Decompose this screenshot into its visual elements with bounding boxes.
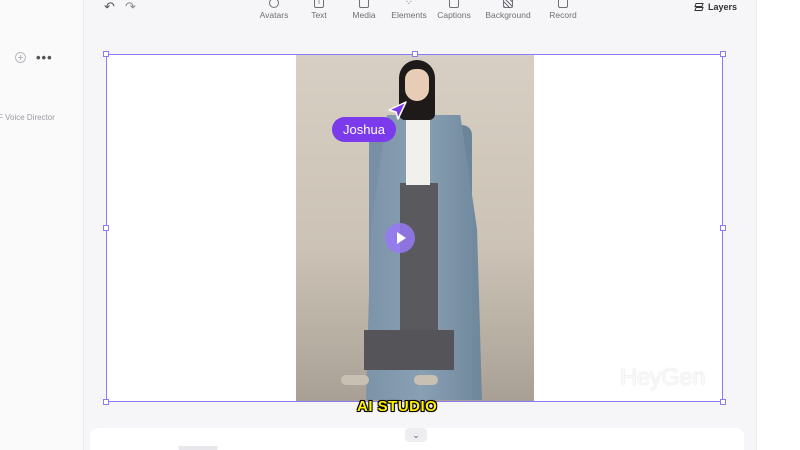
- shoe: [414, 375, 438, 385]
- face: [405, 69, 429, 101]
- tool-captions[interactable]: Captions: [424, 0, 484, 20]
- layers-label: Layers: [708, 2, 738, 12]
- captions-icon: [449, 0, 459, 8]
- left-panel: ••• F Voice Director: [0, 0, 84, 450]
- record-icon: [558, 0, 568, 8]
- caption-text: AI STUDIO: [357, 398, 438, 415]
- elements-icon: ⁘: [404, 0, 414, 8]
- add-icon[interactable]: [15, 52, 26, 63]
- avatar-icon: [269, 0, 279, 8]
- media-icon: [359, 0, 369, 8]
- pants: [364, 330, 454, 370]
- more-options-icon[interactable]: •••: [36, 50, 53, 65]
- right-panel: [756, 0, 800, 450]
- tool-background[interactable]: Background: [478, 0, 538, 20]
- watermark-logo: HeyGen: [620, 364, 706, 391]
- shirt: [406, 113, 430, 185]
- play-icon[interactable]: [385, 223, 415, 253]
- chevron-down-icon[interactable]: ⌄: [405, 428, 427, 442]
- background-icon: [503, 0, 513, 8]
- skirt: [400, 183, 438, 333]
- layers-icon: [694, 2, 704, 12]
- undo-icon[interactable]: ↶: [104, 0, 115, 15]
- tool-label: Elements: [391, 10, 427, 20]
- tool-label: Media: [352, 10, 376, 20]
- avatar-video[interactable]: [296, 55, 534, 401]
- tool-label: Avatars: [259, 10, 289, 20]
- tool-label: Captions: [437, 10, 471, 20]
- tool-label: Background: [485, 10, 531, 20]
- cursor-icon: [388, 101, 407, 120]
- timeline-tab[interactable]: [178, 446, 218, 450]
- voice-director-label[interactable]: F Voice Director: [0, 113, 55, 122]
- tool-record[interactable]: Record: [533, 0, 593, 20]
- tool-label: Record: [549, 10, 577, 20]
- tool-label: Text: [311, 10, 327, 20]
- text-icon: T: [314, 0, 324, 8]
- shoe: [341, 375, 369, 385]
- redo-icon[interactable]: ↷: [125, 0, 136, 15]
- layers-button[interactable]: Layers: [694, 2, 737, 12]
